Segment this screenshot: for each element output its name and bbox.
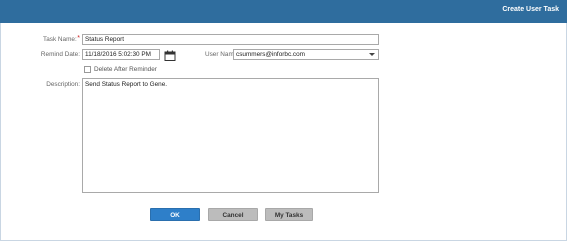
description-textarea[interactable]: Send Status Report to Gene. [82, 78, 379, 193]
calendar-icon[interactable] [164, 50, 176, 61]
delete-after-reminder-checkbox[interactable] [84, 66, 91, 73]
delete-after-reminder-label: Delete After Reminder [94, 66, 157, 73]
ok-button[interactable]: OK [150, 208, 200, 221]
user-name-select[interactable]: csummers@inforbc.com [233, 49, 379, 60]
my-tasks-button[interactable]: My Tasks [265, 208, 313, 221]
task-name-input[interactable]: Status Report [82, 34, 379, 45]
remind-date-input[interactable]: 11/18/2016 5:02:30 PM [82, 49, 160, 60]
cancel-button[interactable]: Cancel [208, 208, 258, 221]
required-marker: * [77, 35, 80, 42]
title-bar: Create User Task [0, 0, 567, 23]
remind-date-label: Remind Date: [40, 51, 80, 58]
chevron-down-icon[interactable] [369, 53, 375, 56]
description-label: Description: [46, 81, 80, 88]
dialog-title: Create User Task [502, 6, 559, 13]
user-name-label: User Name: [205, 51, 240, 58]
task-name-label: Task Name:* [43, 35, 80, 43]
user-name-value: csummers@inforbc.com [236, 51, 305, 58]
